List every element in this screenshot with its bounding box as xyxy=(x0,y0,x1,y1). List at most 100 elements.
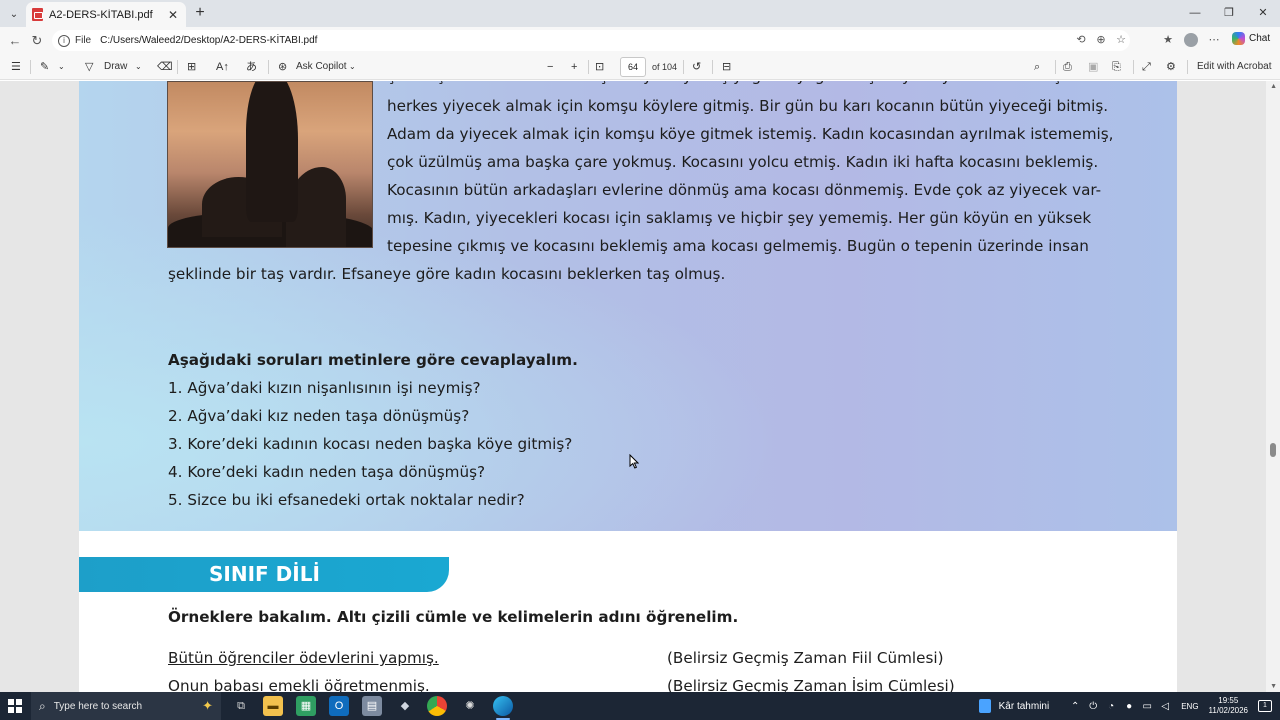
example-type: (Belirsiz Geçmiş Zaman İsim Cümlesi) xyxy=(667,677,955,692)
volume-icon[interactable]: ◁ xyxy=(1157,701,1173,712)
browser-tab[interactable]: A2-DERS-KİTABI.pdf ✕ xyxy=(26,2,186,27)
back-icon[interactable]: ← xyxy=(6,32,24,50)
copilot-chat-button[interactable]: Chat xyxy=(1232,32,1270,45)
tray-chevron-icon[interactable]: ⌃ xyxy=(1067,701,1083,712)
draw-dropdown-icon[interactable]: ⌄ xyxy=(135,58,142,76)
pdf-viewport[interactable]: çok küçük bir tarlaları varmış. Bir yıl … xyxy=(0,81,1280,692)
example-sentence: Onun babası emekli öğretmenmiş. xyxy=(168,677,430,692)
read-aloud-icon[interactable]: A↑ xyxy=(216,58,229,76)
profile-avatar[interactable] xyxy=(1184,33,1198,47)
edge-icon[interactable] xyxy=(493,696,513,720)
print-icon[interactable]: ⎙ xyxy=(1063,58,1072,76)
pdf-toolbar: ☰ ✎ ⌄ ▽ Draw ⌄ ⌫ ⊞ A↑ あ ⊛ Ask Copilot ⌄ … xyxy=(0,54,1280,80)
refresh-icon[interactable]: ↻ xyxy=(28,32,46,50)
favorites-icon[interactable]: ★ xyxy=(1160,32,1176,48)
highlight-dropdown-icon[interactable]: ⌄ xyxy=(58,58,65,76)
wifi-icon[interactable]: ◔ xyxy=(1103,701,1119,712)
page-view-icon[interactable]: ⊟ xyxy=(722,58,731,76)
app-icon[interactable]: ◆ xyxy=(395,696,415,716)
mouse-cursor-icon xyxy=(629,453,640,474)
fit-page-icon[interactable]: ⊡ xyxy=(595,58,604,76)
weather-widget[interactable]: Kâr tahmini xyxy=(978,699,1050,713)
translate-text-icon[interactable]: あ xyxy=(246,58,257,76)
copilot-toolbar-icon[interactable]: ⊛ xyxy=(278,58,287,76)
clock-date: 11/02/2026 xyxy=(1208,706,1248,715)
weather-icon xyxy=(978,699,991,713)
chrome-icon[interactable] xyxy=(427,696,447,716)
weather-label: Kâr tahmini xyxy=(998,700,1050,712)
pdf-file-icon xyxy=(32,8,43,21)
clock-time: 19:55 xyxy=(1218,696,1239,705)
copilot-dropdown-icon[interactable]: ⌄ xyxy=(349,58,356,76)
translate-icon[interactable]: ⟲ xyxy=(1074,33,1088,47)
clock[interactable]: 19:55 11/02/2026 xyxy=(1209,696,1248,716)
example-type: (Belirsiz Geçmiş Zaman Fiil Cümlesi) xyxy=(667,649,944,667)
notifications-icon[interactable]: 1 xyxy=(1258,700,1272,712)
new-tab-icon[interactable]: + xyxy=(192,5,208,21)
close-tab-icon[interactable]: ✕ xyxy=(166,8,180,22)
tab-actions-menu-icon[interactable]: ⌄ xyxy=(5,5,23,23)
more-options-icon[interactable]: ⋯ xyxy=(1206,32,1222,48)
question-item: 3. Kore’deki kadının kocası neden başka … xyxy=(168,434,573,453)
add-text-icon[interactable]: ⊞ xyxy=(187,58,196,76)
openai-icon[interactable]: ✺ xyxy=(460,696,480,716)
site-info-icon[interactable]: i xyxy=(58,34,70,47)
examples-heading: Örneklere bakalım. Altı çizili cümle ve … xyxy=(168,608,739,626)
tab-title: A2-DERS-KİTABI.pdf xyxy=(49,8,153,21)
url-scheme: File xyxy=(75,35,92,46)
file-explorer-icon[interactable]: ▬ xyxy=(263,696,283,716)
calculator-icon[interactable]: ▤ xyxy=(362,696,382,716)
restore-icon[interactable]: ❐ xyxy=(1212,0,1246,27)
highlight-icon[interactable]: ✎ xyxy=(40,58,49,76)
section-title-banner: SINIF DİLİ xyxy=(79,557,449,592)
scroll-thumb[interactable] xyxy=(1270,443,1276,457)
contents-icon[interactable]: ☰ xyxy=(11,58,21,76)
story-line: çok küçük bir tarlaları varmış. Bir yıl … xyxy=(387,81,1103,91)
task-view-icon[interactable]: ⧉ xyxy=(231,696,251,716)
minimize-icon[interactable]: — xyxy=(1178,0,1212,27)
browser-toolbar-icons: ★ ⋯ xyxy=(1160,32,1222,48)
edit-with-acrobat-button[interactable]: Edit with Acrobat xyxy=(1197,58,1271,76)
save-icon[interactable]: ▣ xyxy=(1088,58,1098,76)
page-number-input[interactable]: 64 xyxy=(620,57,646,77)
store-icon[interactable]: ▦ xyxy=(296,696,316,716)
url-field[interactable]: i File C:/Users/Waleed2/Desktop/A2-DERS-… xyxy=(52,30,1130,51)
taskbar-search-placeholder: Type here to search xyxy=(53,700,143,712)
close-window-icon[interactable]: ✕ xyxy=(1246,0,1280,27)
zoom-out-icon[interactable]: − xyxy=(547,58,553,76)
scroll-up-icon[interactable]: ▲ xyxy=(1270,83,1277,90)
url-text: C:/Users/Waleed2/Desktop/A2-DERS-KİTABI.… xyxy=(100,35,318,46)
vertical-scrollbar[interactable]: ▲ ▼ xyxy=(1266,81,1280,692)
window-controls: — ❐ ✕ xyxy=(1178,0,1280,27)
save-as-icon[interactable]: ⎘ xyxy=(1112,58,1121,76)
question-item: 4. Kore’deki kadın neden taşa dönüşmüş? xyxy=(168,462,486,481)
zoom-icon[interactable]: ⊕ xyxy=(1094,33,1108,47)
scroll-down-icon[interactable]: ▼ xyxy=(1270,683,1277,690)
battery-icon[interactable]: ▭ xyxy=(1139,701,1155,712)
draw-label[interactable]: Draw xyxy=(104,58,127,76)
microphone-icon[interactable]: ● xyxy=(1121,701,1137,712)
network-status-icon[interactable]: ⏻ xyxy=(1085,701,1101,712)
ask-copilot-label[interactable]: Ask Copilot xyxy=(296,58,347,76)
zoom-in-icon[interactable]: + xyxy=(571,58,577,76)
taskbar: ⌕ Type here to search ✦ ⧉ ▬ ▦ O ▤ ◆ ✺ Kâ… xyxy=(0,692,1280,720)
settings-gear-icon[interactable]: ⚙ xyxy=(1166,58,1176,76)
story-line: tepesine çıkmış ve kocasını beklemiş ama… xyxy=(387,237,1089,255)
story-line: Kocasının bütün arkadaşları evlerine dön… xyxy=(387,181,1102,199)
questions-heading: Aşağıdaki soruları metinlere göre cevapl… xyxy=(168,351,578,369)
windows-start-icon[interactable] xyxy=(8,699,22,713)
favorite-star-icon[interactable]: ☆ xyxy=(1114,33,1128,47)
search-pdf-icon[interactable]: ⌕ xyxy=(1034,58,1040,76)
rotate-icon[interactable]: ↺ xyxy=(692,58,701,76)
question-item: 1. Ağva’daki kızın nişanlısının işi neym… xyxy=(168,378,481,397)
taskbar-search[interactable]: ⌕ Type here to search ✦ xyxy=(31,692,221,720)
fullscreen-icon[interactable]: ⤢ xyxy=(1142,58,1151,76)
story-line: Adam da yiyecek almak için komşu köye gi… xyxy=(387,125,1114,143)
story-line: çok üzülmüş ama başka çare yokmuş. Kocas… xyxy=(387,153,1099,171)
pdf-page: çok küçük bir tarlaları varmış. Bir yıl … xyxy=(79,81,1177,692)
draw-icon[interactable]: ▽ xyxy=(85,58,93,76)
outlook-icon[interactable]: O xyxy=(329,696,349,716)
language-indicator[interactable]: ENG xyxy=(1181,702,1198,711)
erase-icon[interactable]: ⌫ xyxy=(157,58,173,76)
page-total: of 104 xyxy=(652,62,678,72)
